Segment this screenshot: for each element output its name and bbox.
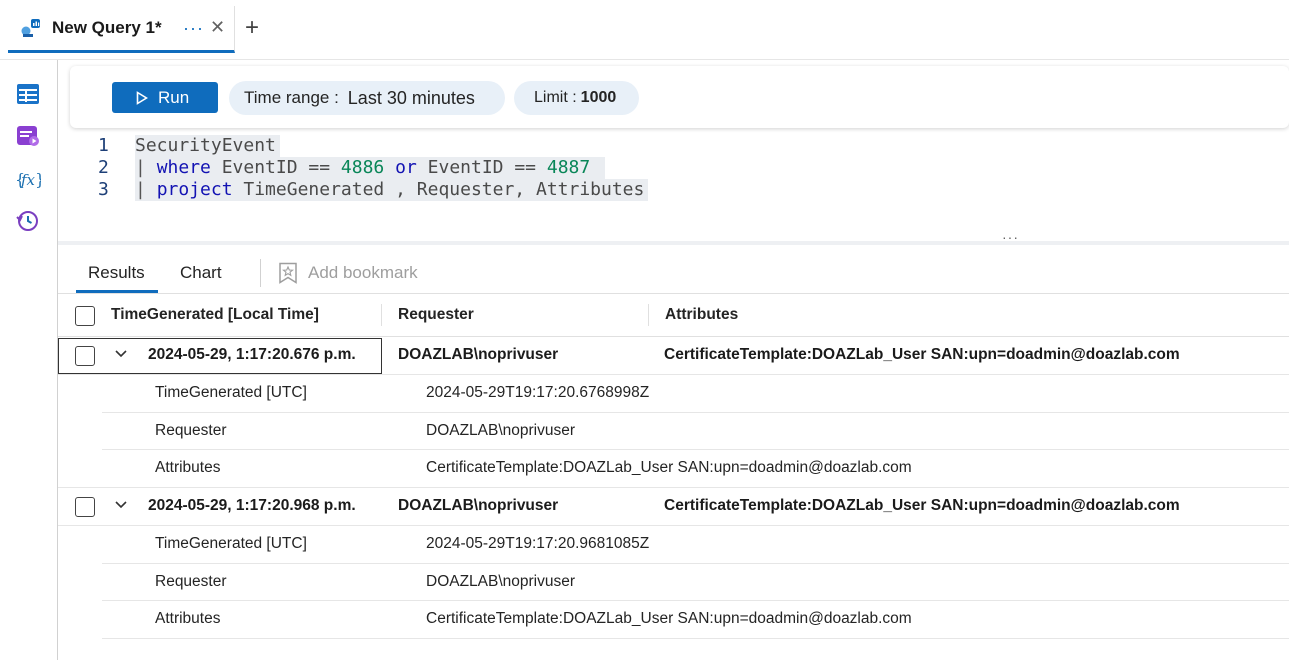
detail-key: Attributes [155,459,221,477]
code-token: EventID == [210,157,341,178]
detail-value[interactable]: DOAZLAB\noprivuser [426,573,575,591]
time-range-value: Last 30 minutes [347,87,475,108]
add-bookmark-button[interactable]: Add bookmark [278,262,418,284]
pipe-token: | [135,179,157,200]
results-grid: TimeGenerated [Local Time] Requester Att… [58,295,1289,640]
detail-value[interactable]: 2024-05-29T19:17:20.9681085Z [426,535,649,553]
number-token: 4887 [546,157,591,178]
table-row[interactable]: 2024-05-29, 1:17:20.676 p.m. DOAZLAB\nop… [58,337,1289,375]
detail-value[interactable]: CertificateTemplate:DOAZLab_User SAN:upn… [426,459,912,477]
time-range-label: Time range : [244,88,339,107]
column-header-requester[interactable]: Requester [398,306,474,324]
number-token: 4886 [340,157,385,178]
query-toolbar: Run Time range : Last 30 minutes Limit :… [70,66,1289,128]
play-icon [136,90,148,105]
line-number: 2 [98,157,109,178]
divider [260,259,261,287]
detail-key: Requester [155,572,227,590]
column-header-attributes[interactable]: Attributes [665,306,738,324]
run-label: Run [158,87,190,107]
detail-value[interactable]: DOAZLAB\noprivuser [426,422,575,440]
bookmark-icon [279,262,297,284]
table-row[interactable]: 2024-05-29, 1:17:20.968 p.m. DOAZLAB\nop… [58,488,1289,527]
query-editor-panel: Run Time range : Last 30 minutes Limit :… [58,60,1289,241]
close-icon[interactable]: ✕ [210,17,225,38]
detail-value[interactable]: CertificateTemplate:DOAZLab_User SAN:upn… [426,610,912,628]
keyword-token: project [156,179,233,200]
panel-splitter[interactable] [58,241,1289,245]
column-separator[interactable] [381,304,382,326]
code-text: SecurityEvent [135,135,280,157]
limit-label: Limit : [534,89,577,106]
code-line: 3 | project TimeGenerated , Requester, A… [98,179,649,201]
cell-attributes[interactable]: CertificateTemplate:DOAZLab_User SAN:upn… [664,497,1180,515]
select-all-checkbox[interactable] [75,306,95,326]
svg-text:fx: fx [20,171,36,189]
add-bookmark-label: Add bookmark [308,263,418,282]
tab-results[interactable]: Results [88,263,145,283]
row-checkbox[interactable] [75,497,95,518]
limit-value: 1000 [580,89,617,106]
detail-value[interactable]: 2024-05-29T19:17:20.6768998Z [426,384,649,402]
detail-key: TimeGenerated [UTC] [155,384,307,401]
svg-text:}: } [35,170,41,189]
detail-row: TimeGenerated [UTC] 2024-05-29T19:17:20.… [102,375,1289,413]
more-options-icon[interactable]: ··· [183,18,204,39]
cell-time-local[interactable]: 2024-05-29, 1:17:20.968 p.m. [148,497,356,515]
new-tab-button[interactable]: + [245,14,259,42]
run-button[interactable]: Run [112,82,218,113]
detail-row: Attributes CertificateTemplate:DOAZLab_U… [102,601,1289,640]
detail-row: Requester DOAZLAB\noprivuser [102,564,1289,602]
time-range-picker[interactable]: Time range : Last 30 minutes [229,81,505,115]
line-number: 1 [98,135,109,156]
keyword-token: where [156,157,211,178]
line-number: 3 [98,179,109,200]
tab-title: New Query 1* [52,18,162,37]
active-tab-indicator [76,290,158,293]
detail-key: Requester [155,421,227,439]
chevron-down-icon[interactable] [114,349,128,359]
column-separator[interactable] [648,304,649,326]
chevron-down-icon[interactable] [114,500,128,510]
history-icon[interactable] [15,208,41,234]
code-token: EventID == [416,157,547,178]
code-text: | project TimeGenerated , Requester, Att… [135,179,649,201]
code-text: | where EventID == 4886 or EventID == 48… [135,157,606,179]
grid-header: TimeGenerated [Local Time] Requester Att… [58,295,1289,337]
code-line: 1 SecurityEvent [98,135,648,157]
pipe-token: | [135,157,157,178]
keyword-token: or [395,157,417,178]
functions-icon[interactable]: { fx } [15,166,41,192]
detail-key: Attributes [155,610,221,628]
limit-picker[interactable]: Limit : 1000 [514,81,639,115]
code-editor[interactable]: 1 SecurityEvent 2 | where EventID == 488… [98,135,649,201]
results-tab-bar: Results Chart Add bookmark [58,246,1289,294]
tables-icon[interactable] [15,81,41,107]
log-analytics-icon [21,19,40,37]
tab-new-query-1[interactable]: New Query 1* ··· ✕ [8,6,235,53]
left-rail: { fx } [0,60,58,660]
code-line: 2 | where EventID == 4886 or EventID == … [98,157,648,179]
cell-attributes[interactable]: CertificateTemplate:DOAZLab_User SAN:upn… [664,346,1180,364]
detail-row: Attributes CertificateTemplate:DOAZLab_U… [58,450,1289,489]
tab-bar: New Query 1* ··· ✕ + [0,0,1289,60]
tab-chart[interactable]: Chart [180,263,222,283]
row-checkbox[interactable] [75,346,95,366]
queries-icon[interactable] [15,123,41,149]
column-header-timegenerated[interactable]: TimeGenerated [Local Time] [111,306,319,324]
splitter-handle-icon[interactable]: ··· [1002,229,1019,245]
cell-requester[interactable]: DOAZLAB\noprivuser [398,497,558,515]
detail-row: TimeGenerated [UTC] 2024-05-29T19:17:20.… [102,526,1289,564]
detail-key: TimeGenerated [UTC] [155,535,307,553]
cell-requester[interactable]: DOAZLAB\noprivuser [398,346,558,364]
detail-row: Requester DOAZLAB\noprivuser [102,413,1289,451]
code-token: TimeGenerated , Requester, Attributes [232,179,645,200]
cell-time-local[interactable]: 2024-05-29, 1:17:20.676 p.m. [148,346,356,364]
